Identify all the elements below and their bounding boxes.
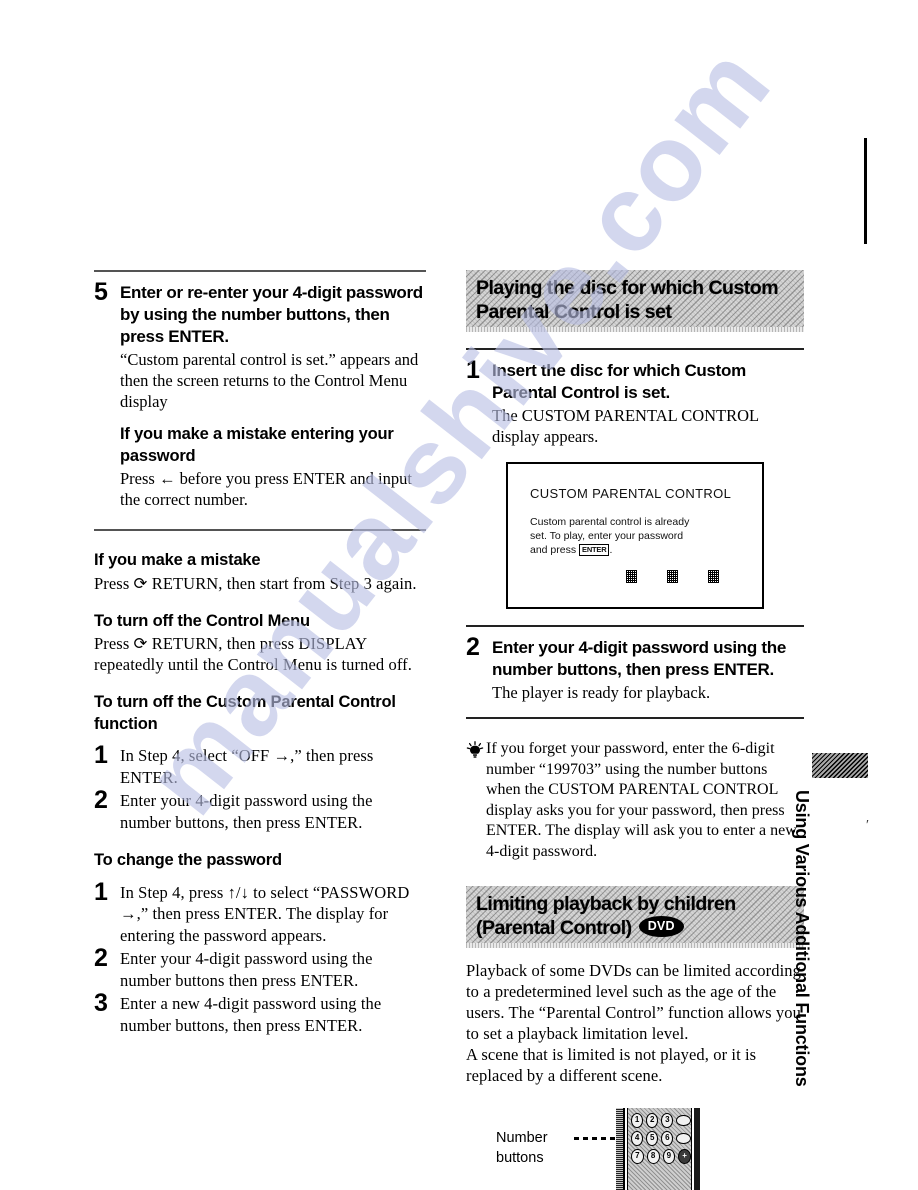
divider-right-3 — [466, 717, 804, 719]
step-text: Enter your 4-digit password using the nu… — [120, 791, 373, 832]
step-number: 2 — [466, 633, 480, 661]
remote-callout-line-2: buttons — [496, 1150, 544, 1166]
plus-key[interactable]: + — [678, 1149, 691, 1164]
banner-title: Limiting playback by children (Parental … — [476, 893, 794, 940]
number-key[interactable]: 4 — [631, 1131, 644, 1146]
number-key[interactable]: 1 — [631, 1113, 644, 1128]
tip-text: If you forget your password, enter the 6… — [486, 740, 797, 860]
password-dot — [708, 570, 719, 583]
step-number: 1 — [94, 741, 108, 769]
turn-off-cpc-step-1: 1 In Step 4, select “OFF →,” then press … — [94, 741, 426, 788]
step-2-heading: Enter your 4-digit password using the nu… — [492, 638, 786, 679]
turn-off-menu-heading: To turn off the Control Menu — [94, 611, 310, 630]
step-number: 2 — [94, 944, 108, 972]
tip-block: If you forget your password, enter the 6… — [466, 739, 804, 862]
number-key[interactable]: 7 — [631, 1149, 644, 1164]
banner-title: Playing the disc for which Custom Parent… — [476, 277, 794, 324]
section-tab-marker — [812, 753, 868, 778]
step-2-body: The player is ready for playback. — [492, 683, 711, 702]
divider-mid-left — [94, 529, 426, 531]
password-dot — [626, 570, 637, 583]
keypad-row: 4 5 6 — [631, 1131, 691, 1146]
banner-line-2: Parental Control is set — [476, 300, 672, 323]
step-5: 5 Enter or re-enter your 4-digit passwor… — [94, 278, 426, 510]
remote-control-figure: Number buttons 1 2 3 4 5 6 7 8 9 + — [466, 1098, 804, 1190]
step-number: 1 — [466, 356, 480, 384]
right-column: Playing the disc for which Custom Parent… — [466, 270, 804, 1190]
remote-callout-line-1: Number — [496, 1130, 548, 1146]
turn-off-cpc-step-2: 2 Enter your 4-digit password using the … — [94, 786, 426, 833]
screen-title: CUSTOM PARENTAL CONTROL — [530, 486, 732, 501]
remote-callout-label: Number buttons — [496, 1128, 548, 1168]
stray-ink-mark: ′ — [866, 818, 870, 833]
step-2: 2 Enter your 4-digit password using the … — [466, 633, 804, 703]
change-password-step-1: 1 In Step 4, press ↑/↓ to select “PASSWO… — [94, 877, 426, 947]
step-5-body: “Custom parental control is set.” appear… — [120, 350, 419, 411]
number-key[interactable]: 3 — [661, 1113, 674, 1128]
left-column: 5 Enter or re-enter your 4-digit passwor… — [94, 270, 426, 1036]
banner-line-1: Playing the disc for which Custom — [476, 277, 779, 299]
divider-right-2 — [466, 625, 804, 627]
keypad-row: 7 8 9 + — [631, 1149, 691, 1164]
password-dot — [667, 570, 678, 583]
step-number: 5 — [94, 278, 108, 306]
step-text: Enter a new 4-digit password using the n… — [120, 994, 382, 1035]
number-key[interactable]: 2 — [646, 1113, 659, 1128]
change-password-heading: To change the password — [94, 851, 282, 869]
section-banner-limiting-playback: Limiting playback by children (Parental … — [466, 886, 804, 948]
mistake-heading: If you make a mistake — [94, 551, 261, 569]
step-5-sub-body: Press ← before you press ENTER and input… — [120, 469, 412, 509]
banner-line-1: Limiting playback by children — [476, 893, 736, 915]
step-1-body: The CUSTOM PARENTAL CONTROL display appe… — [492, 406, 759, 446]
enter-key-glyph: ENTER — [579, 544, 610, 556]
number-key[interactable]: 9 — [662, 1149, 676, 1164]
side-key[interactable] — [676, 1115, 691, 1126]
step-number: 1 — [94, 877, 108, 906]
section-tab-label: Using Various Additional Functions — [792, 790, 812, 1087]
remote-right-bezel — [694, 1108, 700, 1190]
callout-leader-line — [574, 1137, 618, 1140]
password-mask-dots — [626, 570, 719, 583]
change-password-step-2: 2 Enter your 4-digit password using the … — [94, 944, 426, 991]
mistake-body: Press ⟳ RETURN, then start from Step 3 a… — [94, 573, 417, 593]
section-banner-playing-disc: Playing the disc for which Custom Parent… — [466, 270, 804, 332]
divider-right-1 — [466, 348, 804, 350]
step-1: 1 Insert the disc for which Custom Paren… — [466, 356, 804, 447]
step-text: In Step 4, press ↑/↓ to select “PASSWORD… — [120, 882, 410, 945]
banner-line-2-text: (Parental Control) — [476, 916, 632, 939]
step-number: 2 — [94, 786, 108, 814]
top-right-vertical-rule — [864, 138, 867, 244]
turn-off-menu-body: Press ⟳ RETURN, then press DISPLAY repea… — [94, 634, 412, 674]
change-password-step-3: 3 Enter a new 4-digit password using the… — [94, 989, 426, 1036]
step-5-sub-heading: If you make a mistake entering your pass… — [120, 425, 394, 465]
manual-page: manualshive.com 5 Enter or re-enter your… — [0, 0, 918, 1190]
intro-paragraph-2: A scene that is limited is not played, o… — [466, 1045, 757, 1085]
side-key[interactable] — [676, 1133, 691, 1144]
dvd-badge: DVD — [638, 916, 684, 937]
remote-left-bezel — [616, 1108, 625, 1190]
remote-keypad: 1 2 3 4 5 6 7 8 9 + — [627, 1108, 692, 1190]
screen-message-line-1: Custom parental control is already — [530, 516, 690, 528]
step-number: 3 — [94, 989, 108, 1017]
screen-message: Custom parental control is already set. … — [530, 515, 720, 557]
number-key[interactable]: 6 — [661, 1131, 674, 1146]
screen-message-line-2: set. To play, enter your password — [530, 530, 684, 542]
screen-illustration-wrap: CUSTOM PARENTAL CONTROL Custom parental … — [466, 462, 804, 609]
banner-line-2: (Parental Control) DVD — [476, 916, 794, 941]
step-text: In Step 4, select “OFF →,” then press EN… — [120, 746, 374, 787]
divider-top-left — [94, 270, 426, 272]
intro-paragraph-1: Playback of some DVDs can be limited acc… — [466, 961, 801, 1043]
screen-message-line-3-post: . — [609, 544, 613, 556]
lightbulb-icon — [466, 741, 486, 766]
step-text: Enter your 4-digit password using the nu… — [120, 949, 373, 990]
number-key[interactable]: 5 — [646, 1131, 659, 1146]
tv-screen-illustration: CUSTOM PARENTAL CONTROL Custom parental … — [506, 462, 764, 609]
step-1-heading: Insert the disc for which Custom Parenta… — [492, 361, 746, 402]
number-key[interactable]: 8 — [646, 1149, 660, 1164]
screen-message-line-3-pre: and press — [530, 544, 580, 556]
keypad-row: 1 2 3 — [631, 1113, 691, 1128]
remote-control-illustration: 1 2 3 4 5 6 7 8 9 + — [616, 1108, 700, 1190]
turn-off-cpc-heading: To turn off the Custom Parental Control … — [94, 693, 396, 733]
step-5-heading: Enter or re-enter your 4-digit password … — [120, 283, 423, 346]
